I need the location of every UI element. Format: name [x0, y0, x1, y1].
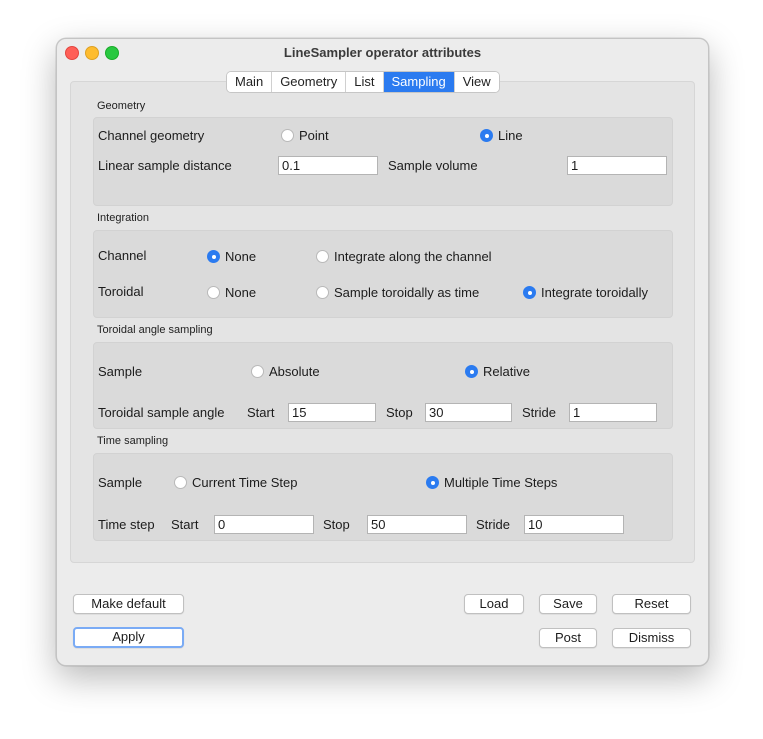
operator-attributes-window: LineSampler operator attributes Geometry… — [56, 38, 709, 666]
absolute-radio[interactable] — [251, 365, 264, 378]
sample-volume-label: Sample volume — [388, 158, 478, 173]
tab-geometry[interactable]: Geometry — [272, 72, 347, 92]
tab-sampling[interactable]: Sampling — [383, 72, 455, 92]
integration-section-label: Integration — [97, 212, 149, 224]
time-stride-label: Stride — [476, 517, 510, 532]
time-start-input[interactable]: 0 — [214, 515, 314, 534]
angle-stop-label: Stop — [386, 405, 413, 420]
tab-view[interactable]: View — [454, 72, 499, 92]
load-button[interactable]: Load — [464, 594, 524, 614]
time-start-label: Start — [171, 517, 199, 532]
angle-start-input[interactable]: 15 — [288, 403, 376, 422]
sampling-panel: Geometry Channel geometry Point Line Lin… — [70, 81, 695, 563]
toroidal-sample-label: Sample — [98, 364, 143, 379]
time-stop-input[interactable]: 50 — [367, 515, 467, 534]
current-time-step-radio[interactable] — [174, 476, 187, 489]
toroidal-none-radio[interactable] — [207, 286, 220, 299]
point-radio[interactable] — [281, 129, 294, 142]
line-radio-label[interactable]: Line — [498, 128, 523, 143]
multiple-time-steps-label[interactable]: Multiple Time Steps — [444, 475, 557, 490]
time-stride-input[interactable]: 10 — [524, 515, 624, 534]
toroidal-sample-time-radio[interactable] — [316, 286, 329, 299]
linear-sample-distance-input[interactable]: 0.1 — [278, 156, 378, 175]
time-sampling-section-label: Time sampling — [97, 435, 169, 447]
time-sampling-group: Sample Current Time Step Multiple Time S… — [93, 453, 673, 541]
toroidal-integrate-label[interactable]: Integrate toroidally — [541, 285, 648, 300]
tab-main[interactable]: Main — [227, 72, 273, 92]
tab-list[interactable]: List — [346, 72, 384, 92]
make-default-button[interactable]: Make default — [73, 594, 184, 614]
linear-sample-distance-label: Linear sample distance — [98, 158, 232, 173]
geometry-group: Channel geometry Point Line Linear sampl… — [93, 117, 673, 206]
toroidal-sample-angle-label: Toroidal sample angle — [98, 405, 225, 420]
save-button[interactable]: Save — [539, 594, 597, 614]
window-title: LineSampler operator attributes — [283, 45, 482, 60]
post-button[interactable]: Post — [539, 628, 597, 648]
angle-stride-label: Stride — [522, 405, 556, 420]
toroidal-angle-group: Sample Absolute Relative Toroidal sample… — [93, 342, 673, 429]
multiple-time-steps-radio[interactable] — [426, 476, 439, 489]
current-time-step-label[interactable]: Current Time Step — [192, 475, 298, 490]
toroidal-sample-time-label[interactable]: Sample toroidally as time — [334, 285, 479, 300]
toroidal-angle-section-label: Toroidal angle sampling — [97, 324, 213, 336]
apply-button[interactable]: Apply — [73, 627, 184, 648]
geometry-section-label: Geometry — [97, 100, 146, 112]
title-bar[interactable]: LineSampler operator attributes — [57, 39, 708, 67]
dismiss-button[interactable]: Dismiss — [612, 628, 691, 648]
channel-geometry-label: Channel geometry — [98, 128, 205, 143]
toroidal-none-label[interactable]: None — [225, 285, 256, 300]
reset-button[interactable]: Reset — [612, 594, 691, 614]
channel-label: Channel — [98, 248, 147, 263]
sample-volume-input[interactable]: 1 — [567, 156, 667, 175]
angle-stride-input[interactable]: 1 — [569, 403, 657, 422]
angle-start-label: Start — [247, 405, 275, 420]
time-stop-label: Stop — [323, 517, 350, 532]
line-radio[interactable] — [480, 129, 493, 142]
channel-none-label[interactable]: None — [225, 249, 256, 264]
channel-integrate-label[interactable]: Integrate along the channel — [334, 249, 492, 264]
absolute-label[interactable]: Absolute — [269, 364, 320, 379]
toroidal-label: Toroidal — [98, 284, 144, 299]
tab-bar: Main Geometry List Sampling View — [226, 71, 500, 93]
point-radio-label[interactable]: Point — [299, 128, 329, 143]
channel-none-radio[interactable] — [207, 250, 220, 263]
relative-radio[interactable] — [465, 365, 478, 378]
channel-integrate-radio[interactable] — [316, 250, 329, 263]
toroidal-integrate-radio[interactable] — [523, 286, 536, 299]
relative-label[interactable]: Relative — [483, 364, 530, 379]
time-sample-label: Sample — [98, 475, 143, 490]
time-step-label: Time step — [98, 517, 155, 532]
integration-group: Channel None Integrate along the channel… — [93, 230, 673, 318]
angle-stop-input[interactable]: 30 — [425, 403, 512, 422]
